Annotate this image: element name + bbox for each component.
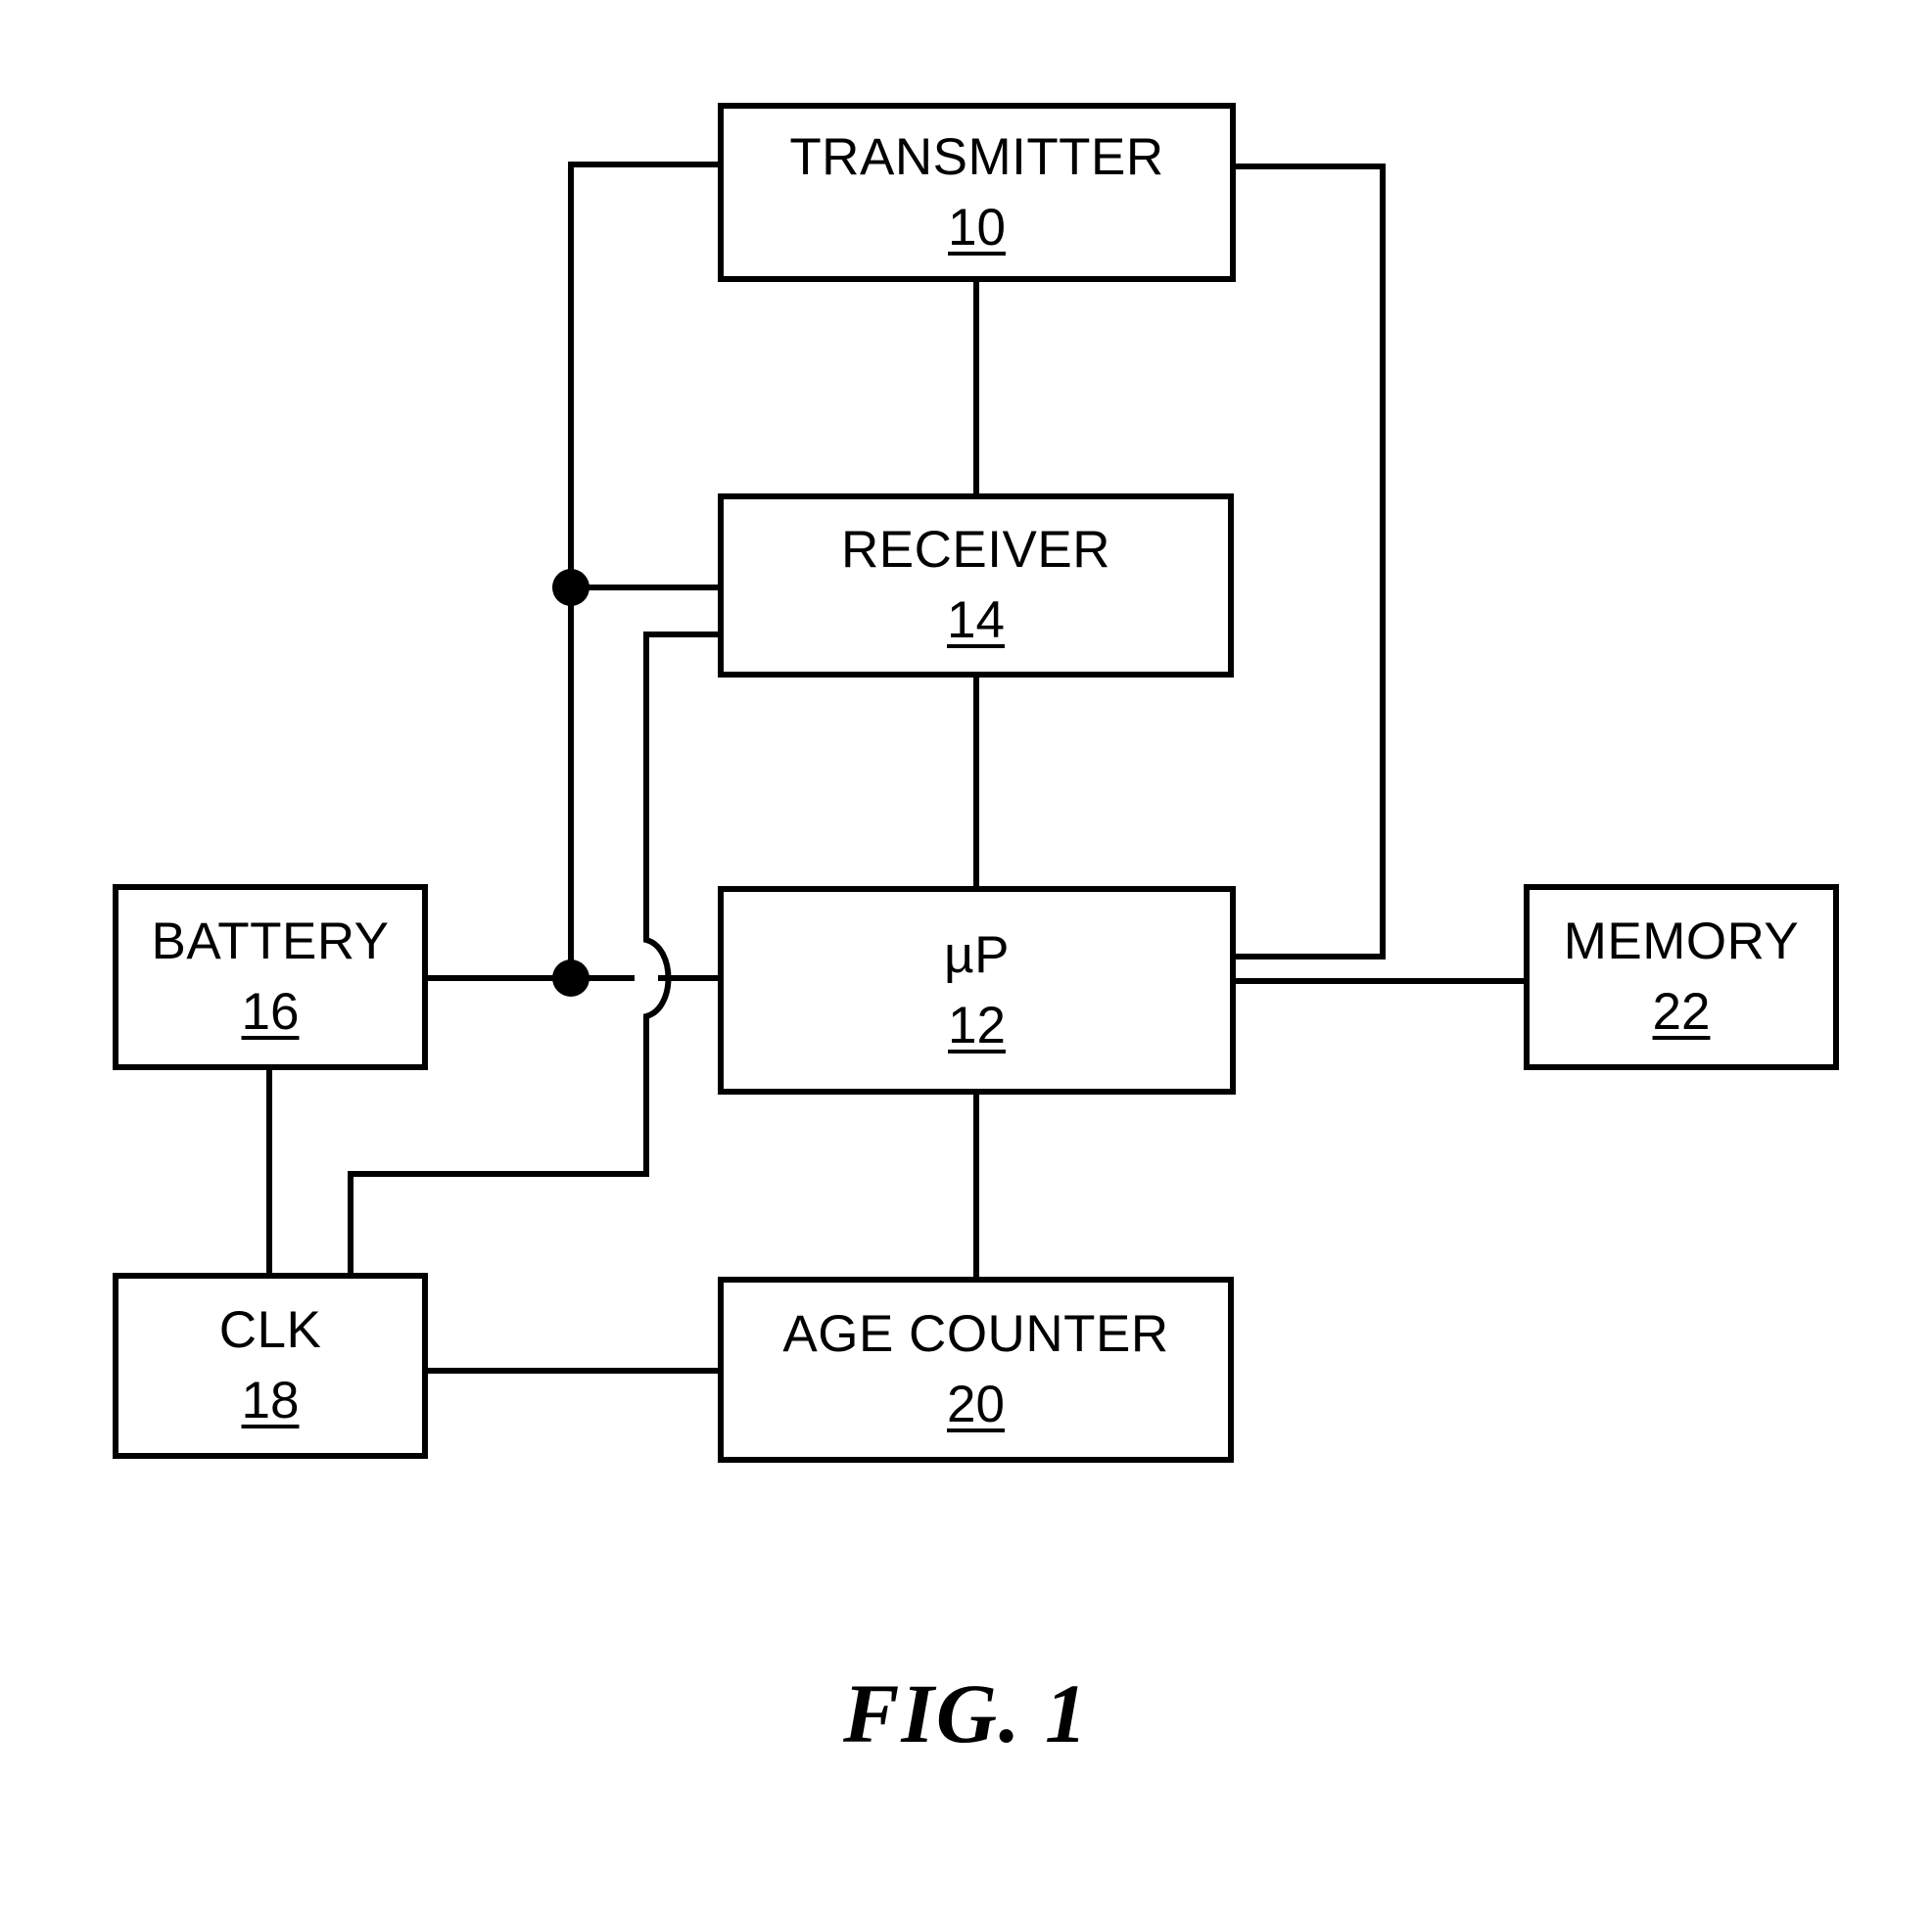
block-transmitter-ref: 10 [948, 198, 1006, 257]
block-microprocessor[interactable]: µP 12 [718, 886, 1236, 1095]
block-microprocessor-ref: 12 [948, 996, 1006, 1054]
block-age-counter-ref: 20 [947, 1376, 1005, 1433]
block-microprocessor-title: µP [944, 925, 1010, 984]
block-age-counter[interactable]: AGE COUNTER 20 [718, 1277, 1234, 1463]
block-receiver-title: RECEIVER [841, 521, 1110, 580]
block-transmitter-title: TRANSMITTER [789, 127, 1164, 186]
block-clock-ref: 18 [241, 1372, 300, 1429]
block-receiver[interactable]: RECEIVER 14 [718, 493, 1234, 678]
block-clock[interactable]: CLK 18 [113, 1273, 428, 1459]
wire-transmitter-to-microprocessor [1236, 164, 1386, 960]
figure-canvas: TRANSMITTER 10 RECEIVER 14 µP 12 BATTERY… [0, 0, 1932, 1919]
block-receiver-ref: 14 [947, 591, 1005, 649]
block-memory[interactable]: MEMORY 22 [1524, 884, 1839, 1070]
block-clock-title: CLK [218, 1301, 322, 1360]
junction-dot-receiver-power [552, 569, 589, 606]
block-memory-ref: 22 [1652, 983, 1711, 1041]
block-battery-title: BATTERY [151, 913, 390, 971]
block-battery-ref: 16 [241, 983, 300, 1041]
block-battery[interactable]: BATTERY 16 [113, 884, 428, 1070]
block-transmitter[interactable]: TRANSMITTER 10 [718, 103, 1236, 282]
junction-dot-battery-bus [552, 960, 589, 997]
figure-caption: FIG. 1 [843, 1666, 1089, 1760]
block-age-counter-title: AGE COUNTER [782, 1305, 1169, 1364]
block-memory-title: MEMORY [1563, 913, 1800, 971]
